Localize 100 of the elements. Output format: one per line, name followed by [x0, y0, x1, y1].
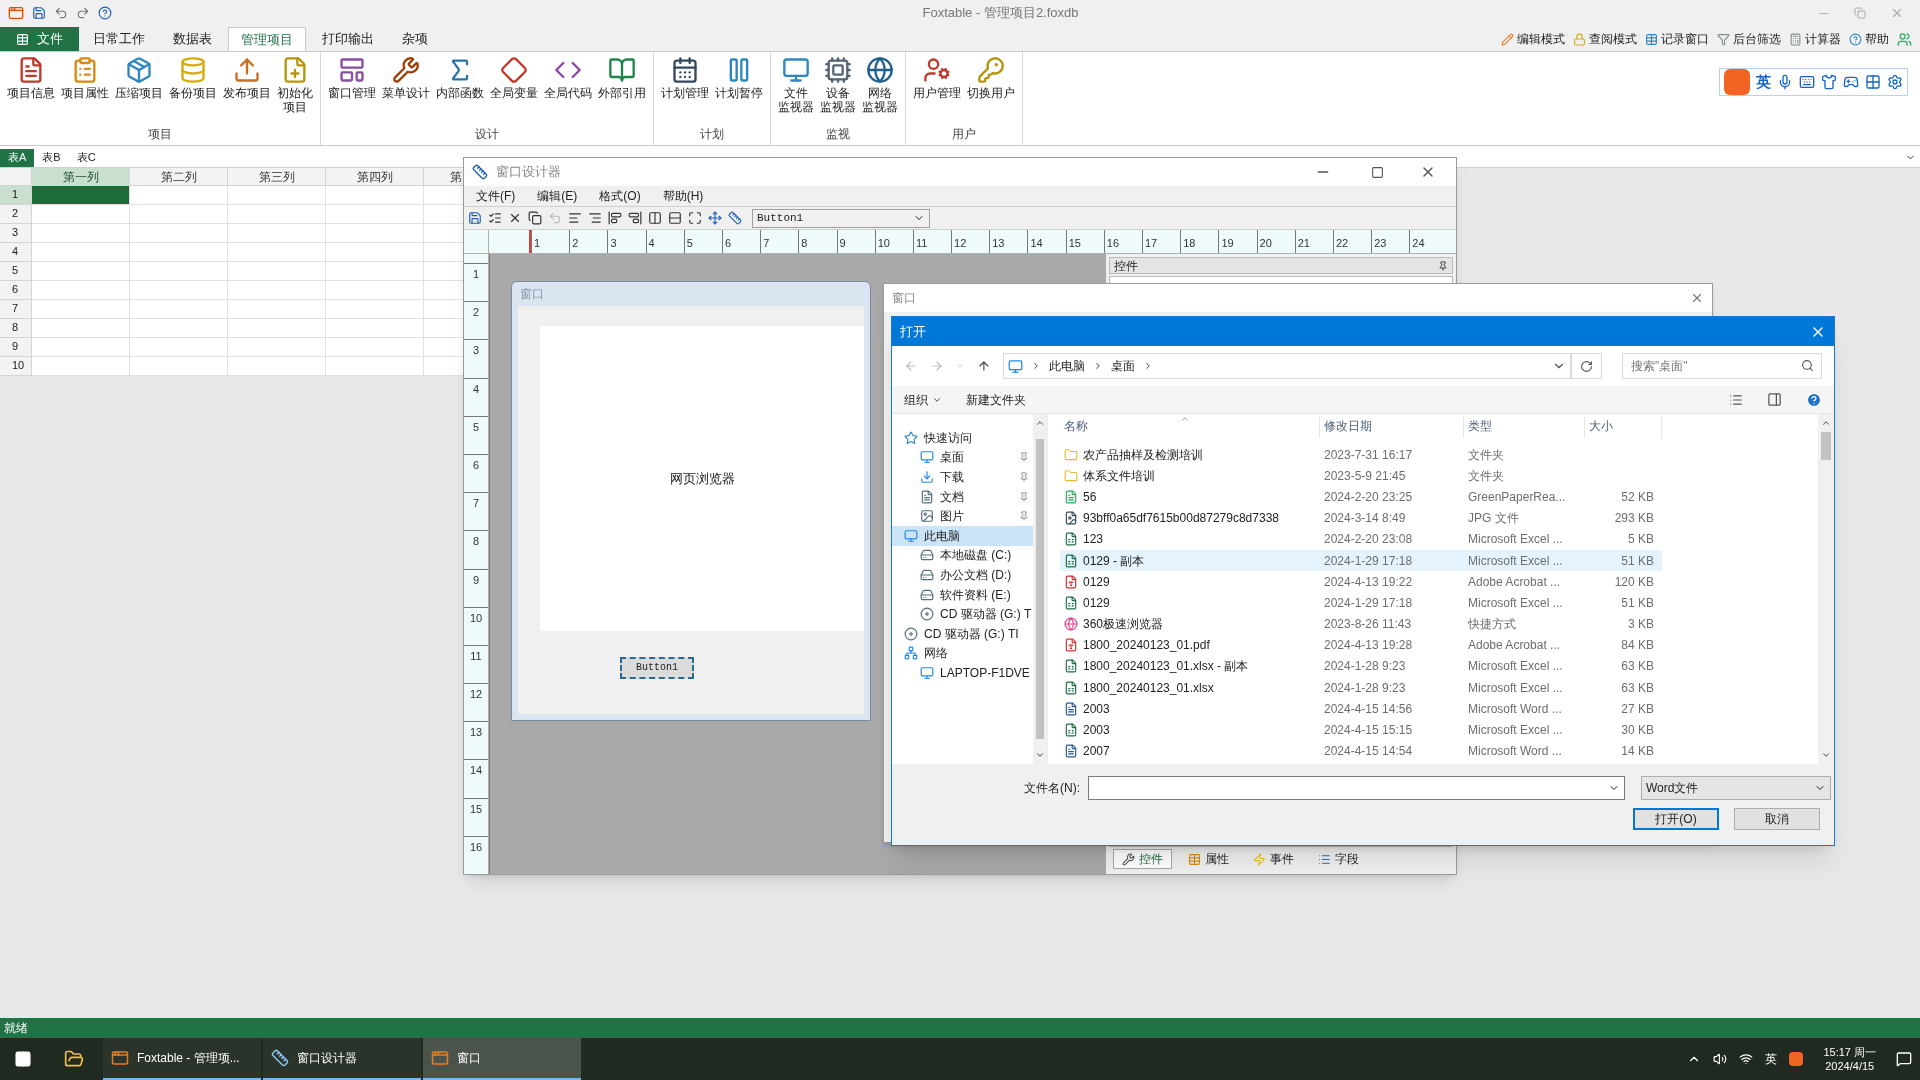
scroll-down-icon[interactable]	[1821, 750, 1831, 760]
file-row[interactable]: 2003 2024-4-15 14:56 Microsoft Word ... 27 KB	[1060, 698, 1662, 720]
redo-icon[interactable]	[76, 6, 90, 20]
ime-indicator[interactable]: 英	[1765, 1050, 1778, 1068]
gamepad-icon[interactable]	[1843, 74, 1859, 90]
file-row[interactable]: 1800_20240123_01.pdf 2024-4-13 19:28 Adobe Acrobat ... 84 KB	[1060, 634, 1662, 656]
settings-icon[interactable]	[1887, 74, 1903, 90]
ribbon-button[interactable]: 菜单设计	[379, 56, 433, 100]
grid-icon[interactable]	[1865, 74, 1881, 90]
list-icon[interactable]	[488, 211, 502, 225]
ribbon-button[interactable]: 备份项目	[166, 56, 220, 100]
align-bottom-icon[interactable]	[628, 211, 642, 225]
file-row[interactable]: 体系文件培训 2023-5-9 21:45 文件夹	[1060, 465, 1662, 487]
ribbon-button[interactable]: 初始化 项目	[274, 56, 316, 114]
shirt-icon[interactable]	[1821, 74, 1837, 90]
ribbon-button[interactable]: 设备 监视器	[817, 56, 859, 114]
align-top-icon[interactable]	[608, 211, 622, 225]
ribbon-button[interactable]: 文件 监视器	[775, 56, 817, 114]
align-left-icon[interactable]	[568, 211, 582, 225]
column-header[interactable]: 大小	[1585, 417, 1662, 438]
panel-tab[interactable]: 字段	[1310, 849, 1367, 869]
same-size-icon[interactable]	[688, 211, 702, 225]
filename-field[interactable]	[1088, 776, 1625, 800]
open-button[interactable]: 打开(O)	[1633, 808, 1719, 830]
file-row[interactable]: 2003 2024-4-15 15:15 Microsoft Excel ... 30 KB	[1060, 719, 1662, 741]
align-right-icon[interactable]	[588, 211, 602, 225]
ribbon-tab[interactable]: 杂项	[390, 27, 440, 51]
network-icon[interactable]	[1739, 1052, 1754, 1066]
cancel-button[interactable]: 取消	[1734, 808, 1820, 830]
ribbon-button[interactable]: 压缩项目	[112, 56, 166, 100]
ribbon-button[interactable]: 全局代码	[541, 56, 595, 100]
help-icon[interactable]	[98, 6, 112, 20]
command-button[interactable]: 新建文件夹	[966, 390, 1026, 409]
preview-pane-icon[interactable]	[1767, 392, 1782, 407]
column-header[interactable]: 第一列	[32, 168, 130, 186]
search-field[interactable]: 搜索"桌面"	[1622, 353, 1822, 379]
refresh-icon[interactable]	[1579, 359, 1593, 373]
search-icon[interactable]	[1801, 359, 1814, 372]
filetype-dropdown[interactable]: Word文件	[1641, 776, 1831, 800]
ribbon-tab[interactable]: 日常工作	[81, 27, 157, 51]
ribbon-tab[interactable]: 管理项目	[228, 27, 306, 51]
maximize-icon[interactable]	[1371, 165, 1384, 179]
panel-tab[interactable]: 事件	[1245, 849, 1302, 869]
file-row[interactable]: 93bff0a65df7615b00d87279c8d7338 2024-3-14 8:49 JPG 文件 293 KB	[1060, 507, 1662, 529]
row-header[interactable]: 2	[0, 205, 32, 224]
save-icon[interactable]	[468, 211, 482, 225]
toolbar-button[interactable]: 记录窗口	[1645, 30, 1709, 48]
same-width-icon[interactable]	[648, 211, 662, 225]
save-icon[interactable]	[32, 6, 46, 20]
scroll-up-icon[interactable]	[1035, 418, 1045, 428]
row-header[interactable]: 4	[0, 243, 32, 262]
taskbar-item[interactable]: 窗口设计器	[263, 1038, 421, 1080]
delete-icon[interactable]	[508, 211, 522, 225]
same-height-icon[interactable]	[668, 211, 682, 225]
file-row[interactable]: 2007 2024-4-15 14:54 Microsoft Word ... 14 KB	[1060, 740, 1662, 762]
ribbon-button[interactable]: 项目信息	[4, 56, 58, 100]
clock[interactable]: 15:17 周一 2024/4/15	[1815, 1045, 1884, 1073]
column-header[interactable]: 第	[424, 168, 463, 186]
file-explorer-icon[interactable]	[64, 1049, 84, 1069]
sheet-tab[interactable]: 表C	[68, 148, 104, 167]
ribbon-button[interactable]: 计划暂停	[712, 56, 766, 100]
ribbon-tab[interactable]: 打印输出	[310, 27, 386, 51]
notification-icon[interactable]	[1896, 1051, 1912, 1067]
row-header[interactable]: 5	[0, 262, 32, 281]
address-bar[interactable]: 此电脑 桌面	[1003, 353, 1571, 379]
command-button[interactable]: 组织	[904, 390, 942, 409]
center-icon[interactable]	[708, 211, 722, 225]
scroll-down-icon[interactable]	[1035, 750, 1045, 760]
microphone-icon[interactable]	[1777, 74, 1793, 90]
ribbon-button[interactable]: 外部引用	[595, 56, 649, 100]
ribbon-button[interactable]: 网络 监视器	[859, 56, 901, 114]
refresh-button[interactable]	[1570, 353, 1602, 379]
toolbar-button[interactable]: 帮助	[1849, 30, 1889, 48]
nav-item[interactable]: 图片	[892, 506, 1033, 526]
file-row[interactable]: 56 2024-2-20 23:25 GreenPaperRea... 52 KB	[1060, 486, 1662, 508]
ribbon-button[interactable]: 窗口管理	[325, 56, 379, 100]
control-dropdown[interactable]: Button1	[752, 208, 930, 228]
sheet-tab[interactable]: 表A	[0, 148, 35, 167]
ribbon-button[interactable]: 全局变量	[487, 56, 541, 100]
copy-icon[interactable]	[528, 211, 542, 225]
nav-item[interactable]: CD 驱动器 (G:) TI	[892, 623, 1033, 644]
menu-item[interactable]: 格式(O)	[599, 187, 641, 205]
sheet-tab[interactable]: 表B	[34, 148, 69, 167]
nav-item[interactable]: 桌面	[892, 447, 1033, 468]
column-header[interactable]: 第四列	[326, 168, 424, 186]
ribbon-button[interactable]: 切换用户	[964, 56, 1018, 100]
row-header[interactable]: 6	[0, 281, 32, 300]
nav-item[interactable]: 此电脑	[892, 525, 1033, 546]
taskbar-item[interactable]: Foxtable - 管理项...	[103, 1038, 261, 1080]
column-header[interactable]: 名称	[1060, 417, 1320, 438]
up-icon[interactable]	[977, 359, 991, 373]
ribbon-button[interactable]: 内部函数	[433, 56, 487, 100]
panel-tab[interactable]: 控件	[1113, 849, 1172, 869]
view-icon[interactable]	[1729, 392, 1743, 407]
file-row[interactable]: 0129 2024-4-13 19:22 Adobe Acrobat ... 120 KB	[1060, 571, 1662, 593]
menu-item[interactable]: 帮助(H)	[662, 187, 704, 205]
column-header[interactable]: 第二列	[130, 168, 228, 186]
scroll-thumb[interactable]	[1821, 432, 1831, 460]
nav-item[interactable]: 快速访问	[892, 428, 1033, 448]
ribbon-button[interactable]: 计划管理	[658, 56, 712, 100]
